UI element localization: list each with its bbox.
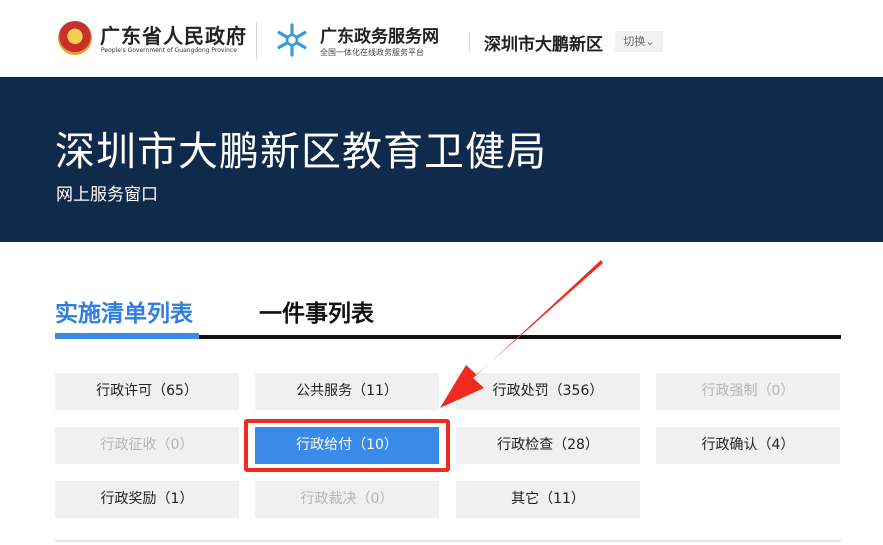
active-tab-indicator — [55, 333, 199, 339]
region-name: 深圳市大鹏新区 — [484, 35, 603, 55]
category-administrative-license[interactable]: 行政许可（65） — [55, 373, 239, 410]
category-administrative-ruling: 行政裁决（0） — [255, 481, 439, 518]
department-banner: 深圳市大鹏新区教育卫健局 网上服务窗口 — [0, 77, 883, 242]
switch-label: 切换 — [623, 35, 646, 48]
service-name[interactable]: 广东政务服务网 — [320, 22, 439, 47]
top-header: 广东省人民政府 People's Government of Guangdong… — [0, 0, 883, 77]
service-subtitle: 全国一体化在线政务服务平台 — [320, 48, 424, 57]
category-other[interactable]: 其它（11） — [456, 481, 640, 518]
national-emblem-icon[interactable] — [58, 21, 92, 55]
gov-subtitle: People's Government of Guangdong Provinc… — [101, 47, 237, 54]
category-administrative-levy: 行政征收（0） — [55, 427, 239, 464]
category-administrative-confirmation[interactable]: 行政确认（4） — [656, 427, 840, 464]
gov-name[interactable]: 广东省人民政府 — [100, 20, 247, 49]
category-administrative-penalty[interactable]: 行政处罚（356） — [456, 373, 640, 410]
page-subtitle: 网上服务窗口 — [56, 185, 158, 205]
region-switch-button[interactable]: 切换⌄ — [615, 31, 663, 52]
header-divider — [256, 22, 257, 60]
chevron-down-icon: ⌄ — [645, 35, 655, 48]
category-administrative-reward[interactable]: 行政奖励（1） — [55, 481, 239, 518]
tab-one-thing-list[interactable]: 一件事列表 — [259, 294, 374, 328]
tab-implementation-list[interactable]: 实施清单列表 — [55, 294, 193, 328]
category-administrative-enforcement: 行政强制（0） — [656, 373, 840, 410]
category-administrative-inspection[interactable]: 行政检查（28） — [456, 427, 640, 464]
grid-bottom-border — [55, 540, 841, 542]
annotation-highlight-box — [244, 419, 450, 472]
tab-baseline — [199, 335, 841, 339]
service-logo-icon[interactable] — [274, 22, 310, 58]
header-divider — [469, 32, 470, 52]
category-public-service[interactable]: 公共服务（11） — [255, 373, 439, 410]
page-title: 深圳市大鹏新区教育卫健局 — [55, 129, 547, 175]
